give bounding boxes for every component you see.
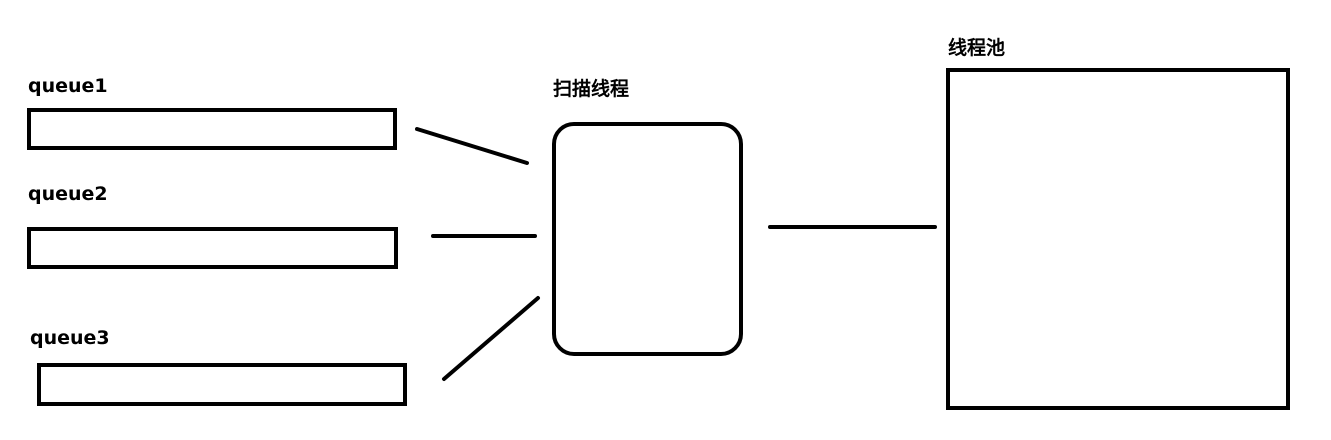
connectors bbox=[415, 127, 937, 381]
connector-queue1-scanner bbox=[415, 127, 529, 165]
diagram-canvas: { "queues": [ {"label": "queue1"}, {"lab… bbox=[0, 0, 1331, 440]
connector-queue3-scanner bbox=[442, 296, 540, 381]
